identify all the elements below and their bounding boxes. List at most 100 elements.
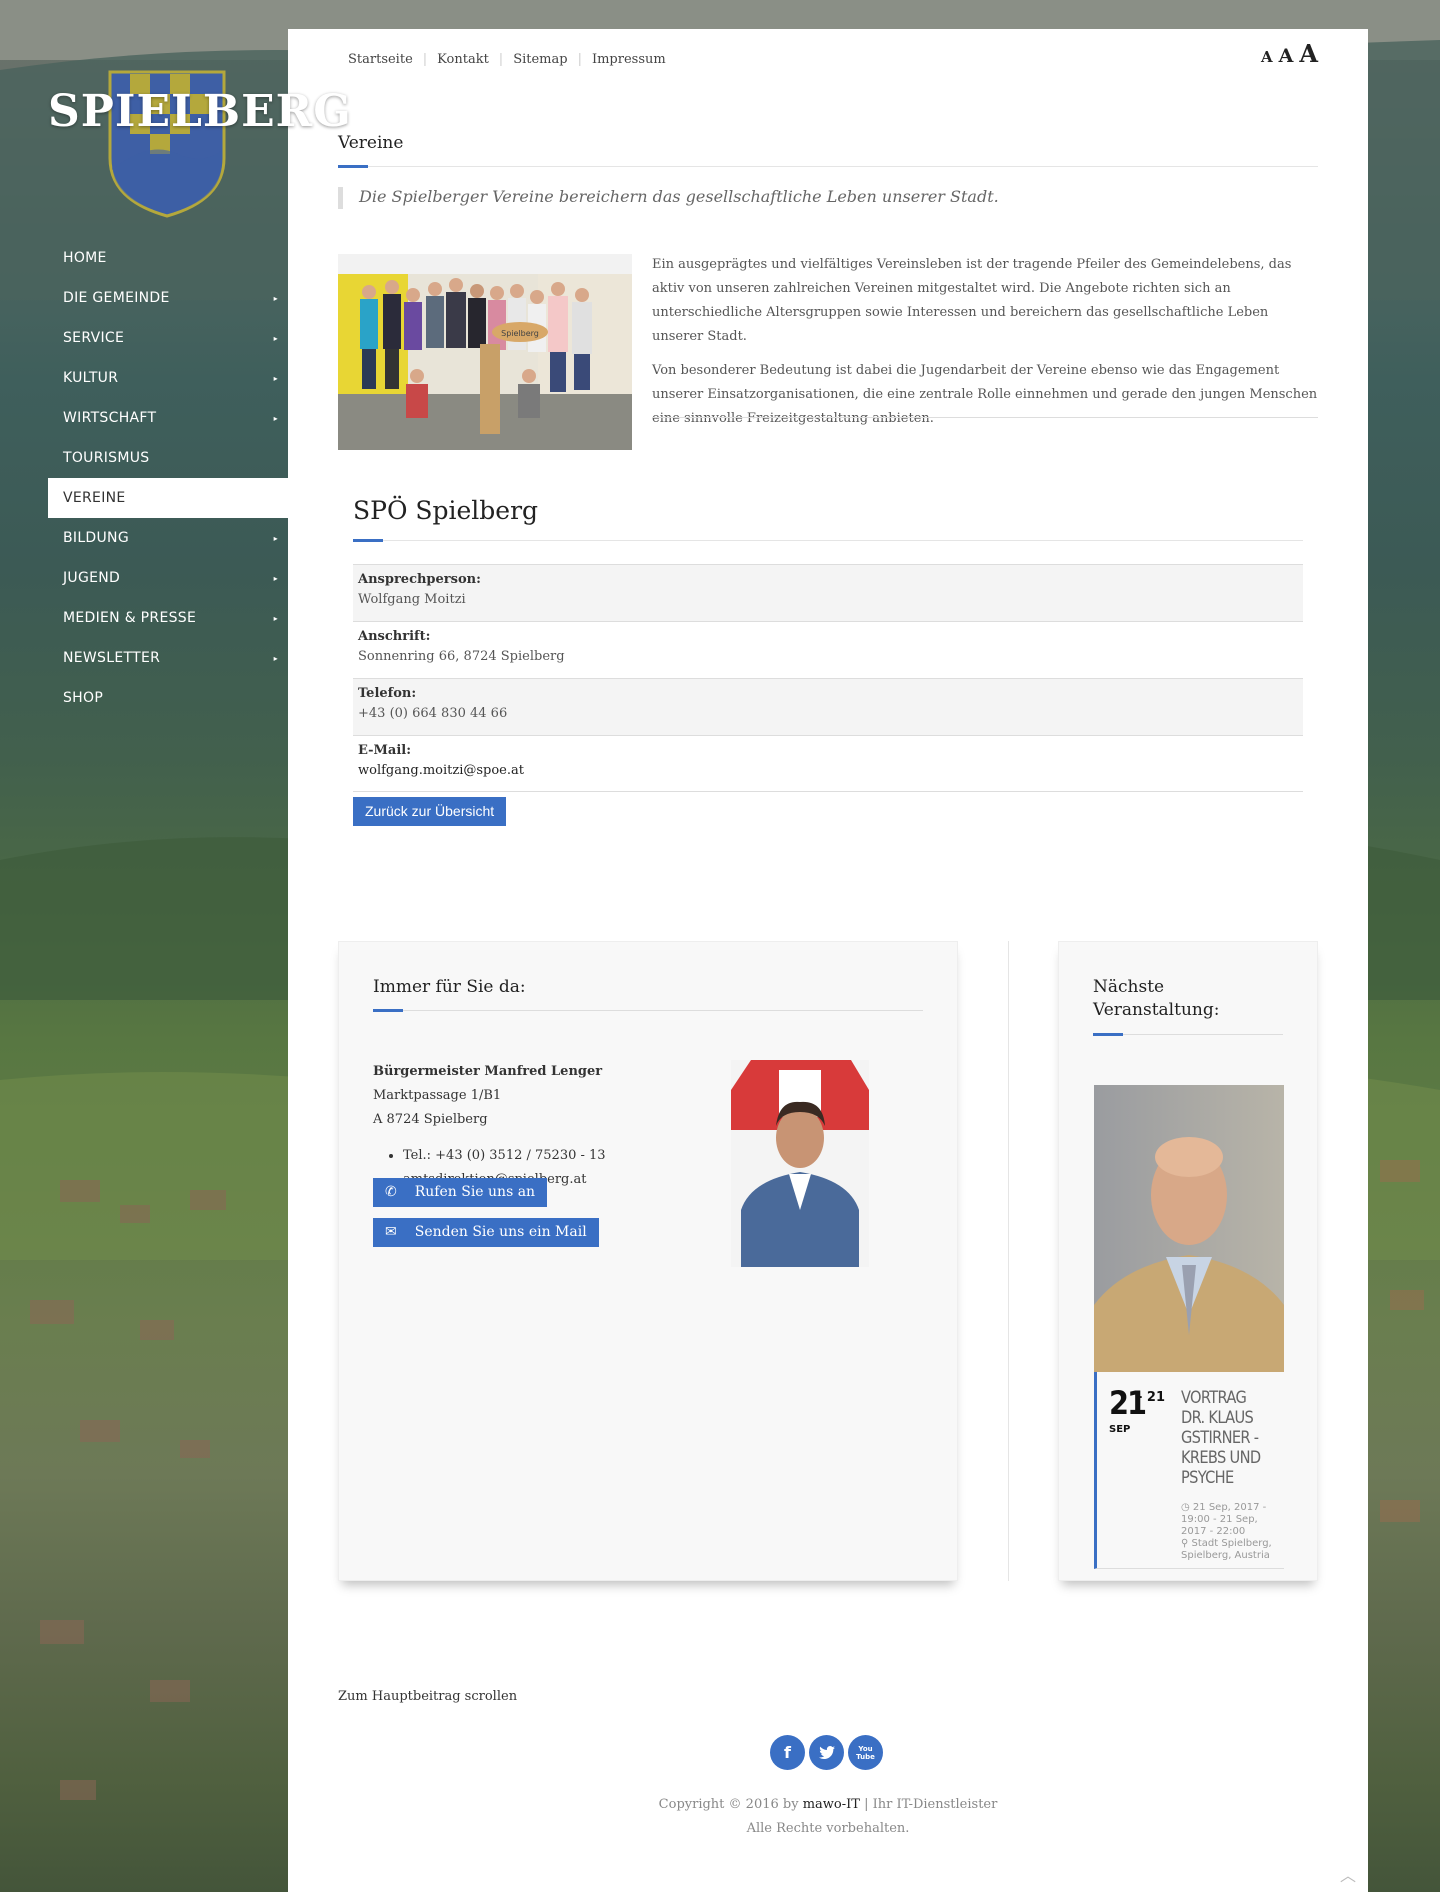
topnav-sitemap[interactable]: Sitemap	[503, 52, 577, 67]
nav-item-kultur[interactable]: KULTUR ▸	[48, 358, 288, 398]
event-time: 21 Sep, 2017 - 19:00 - 21 Sep, 2017 - 22…	[1181, 1502, 1267, 1537]
nav-item-vereine[interactable]: VEREINE	[48, 478, 288, 518]
envelope-icon: ✉	[385, 1224, 397, 1240]
nav-label: KULTUR	[63, 370, 119, 386]
email-link[interactable]: wolfgang.moitzi@spoe.at	[358, 763, 524, 778]
sign-text: Spielberg	[501, 329, 539, 338]
top-navigation: Startseite | Kontakt | Sitemap | Impress…	[348, 52, 676, 67]
site-logo[interactable]: SPIELBERG	[48, 70, 351, 220]
detail-row-email: E-Mail: wolfgang.moitzi@spoe.at	[353, 735, 1303, 792]
nav-label: HOME	[63, 250, 107, 266]
call-us-button[interactable]: ✆ Rufen Sie uns an	[373, 1178, 548, 1207]
nav-label: SHOP	[63, 690, 104, 706]
nav-item-jugend[interactable]: JUGEND ▸	[48, 558, 288, 598]
font-size-switcher: A A A	[1261, 39, 1318, 68]
copyright-suffix: | Ihr IT-Dienstleister	[864, 1797, 998, 1812]
nav-item-service[interactable]: SERVICE ▸	[48, 318, 288, 358]
detail-value: Wolfgang Moitzi	[358, 592, 466, 607]
title-accent	[353, 539, 383, 542]
divider	[373, 1010, 923, 1011]
font-size-medium-button[interactable]: A	[1279, 45, 1294, 67]
nav-item-home[interactable]: HOME	[48, 238, 288, 278]
chevron-right-icon: ▸	[273, 373, 278, 383]
group-photo-image: Spielberg	[338, 254, 632, 450]
nav-item-shop[interactable]: SHOP	[48, 678, 288, 718]
nav-label: NEWSLETTER	[63, 650, 161, 666]
detail-row-address: Anschrift: Sonnenring 66, 8724 Spielberg	[353, 621, 1303, 678]
chevron-right-icon: ▸	[273, 613, 278, 623]
mayor-photo	[731, 1060, 869, 1267]
copyright-prefix: Copyright © 2016 by	[658, 1797, 799, 1812]
column-divider	[1008, 941, 1009, 1581]
font-size-small-button[interactable]: A	[1261, 48, 1273, 66]
intro-paragraph-1: Ein ausgeprägtes und vielfältiges Verein…	[652, 257, 1292, 344]
nav-label: JUGEND	[63, 570, 121, 586]
back-to-overview-button[interactable]: Zurück zur Übersicht	[353, 797, 507, 826]
nav-label: SERVICE	[63, 330, 125, 346]
topnav-kontakt[interactable]: Kontakt	[427, 52, 499, 67]
event-month: SEP	[1109, 1424, 1131, 1435]
detail-label: E-Mail:	[358, 743, 412, 758]
clock-icon: ◷	[1181, 1502, 1190, 1513]
nav-item-wirtschaft[interactable]: WIRTSCHAFT ▸	[48, 398, 288, 438]
detail-value: +43 (0) 664 830 44 66	[358, 706, 508, 721]
scroll-to-main-link[interactable]: Zum Hauptbeitrag scrollen	[338, 1689, 517, 1704]
copyright: Copyright © 2016 by mawo-IT | Ihr IT-Die…	[288, 1793, 1368, 1841]
back-to-top-icon[interactable]: ︿	[1328, 1862, 1368, 1892]
mayor-photo-image	[731, 1060, 869, 1267]
chevron-right-icon: ▸	[273, 533, 278, 543]
phone-item: Tel.: +43 (0) 3512 / 75230 - 13	[403, 1144, 606, 1168]
detail-row-phone: Telefon: +43 (0) 664 830 44 66	[353, 678, 1303, 735]
rights-text: Alle Rechte vorbehalten.	[746, 1821, 910, 1836]
contact-box-title: Immer für Sie da:	[373, 977, 526, 997]
nav-label: VEREINE	[63, 490, 126, 506]
nav-item-die-gemeinde[interactable]: DIE GEMEINDE ▸	[48, 278, 288, 318]
logo-text: SPIELBERG	[48, 86, 352, 137]
nav-label: BILDUNG	[63, 530, 129, 546]
intro-paragraph-2: Von besonderer Bedeutung ist dabei die J…	[652, 363, 1318, 426]
send-mail-button[interactable]: ✉ Senden Sie uns ein Mail	[373, 1218, 599, 1247]
mayor-contact: Bürgermeister Manfred Lenger Marktpassag…	[373, 1060, 606, 1192]
detail-value: Sonnenring 66, 8724 Spielberg	[358, 649, 565, 664]
next-event-box: Nächste Veranstaltung: 21 - 21 SEP VORTR…	[1058, 941, 1318, 1581]
mayor-street: Marktpassage 1/B1	[373, 1088, 502, 1103]
topnav-startseite[interactable]: Startseite	[348, 52, 423, 67]
event-title-line-2: Veranstaltung:	[1093, 1000, 1220, 1020]
event-title-line-1: Nächste	[1093, 977, 1165, 997]
event-end-day: - 21	[1137, 1390, 1166, 1405]
topnav-impressum[interactable]: Impressum	[582, 52, 676, 67]
club-title: SPÖ Spielberg	[353, 496, 539, 525]
mayor-city: A 8724 Spielberg	[373, 1112, 488, 1127]
chevron-right-icon: ▸	[273, 413, 278, 423]
chevron-right-icon: ▸	[273, 573, 278, 583]
divider	[353, 540, 1303, 541]
event-name[interactable]: VORTRAG DR. KLAUS GSTIRNER - KREBS UND P…	[1181, 1388, 1267, 1488]
nav-label: DIE GEMEINDE	[63, 290, 170, 306]
group-photo: Spielberg	[338, 254, 632, 450]
event-card[interactable]: 21 - 21 SEP VORTRAG DR. KLAUS GSTIRNER -…	[1094, 1372, 1284, 1569]
social-links: f You Tube	[770, 1735, 883, 1770]
event-speaker-photo[interactable]	[1094, 1085, 1284, 1372]
mayor-name: Bürgermeister Manfred Lenger	[373, 1064, 603, 1079]
nav-item-newsletter[interactable]: NEWSLETTER ▸	[48, 638, 288, 678]
title-accent	[1093, 1033, 1123, 1036]
detail-label: Ansprechperson:	[358, 572, 481, 587]
nav-item-bildung[interactable]: BILDUNG ▸	[48, 518, 288, 558]
contact-box: Immer für Sie da: Bürgermeister Manfred …	[338, 941, 958, 1581]
facebook-icon[interactable]: f	[770, 1735, 805, 1770]
event-location: Stadt Spielberg, Spielberg, Austria	[1181, 1538, 1272, 1561]
chevron-right-icon: ▸	[273, 333, 278, 343]
phone-icon: ✆	[385, 1184, 397, 1200]
page-quote: Die Spielberger Vereine bereichern das g…	[338, 187, 1318, 209]
title-accent	[373, 1009, 403, 1012]
copyright-brand-link[interactable]: mawo-IT	[803, 1797, 860, 1812]
main-navigation: HOME DIE GEMEINDE ▸ SERVICE ▸ KULTUR ▸ WIRT…	[48, 238, 288, 718]
twitter-bird-shape	[818, 1745, 835, 1759]
main-content: Startseite | Kontakt | Sitemap | Impress…	[288, 29, 1368, 1892]
nav-item-medien-presse[interactable]: MEDIEN & PRESSE ▸	[48, 598, 288, 638]
divider	[338, 166, 1318, 167]
nav-item-tourismus[interactable]: TOURISMUS	[48, 438, 288, 478]
twitter-icon[interactable]	[809, 1735, 844, 1770]
youtube-icon[interactable]: You Tube	[848, 1735, 883, 1770]
font-size-large-button[interactable]: A	[1299, 39, 1318, 68]
